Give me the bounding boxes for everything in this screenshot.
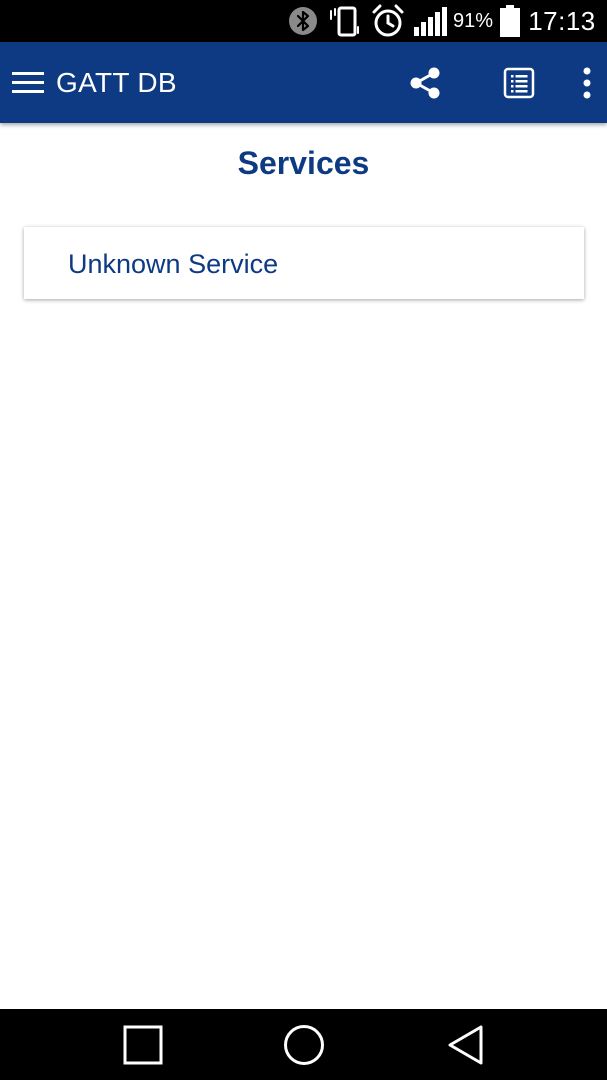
menu-icon[interactable] xyxy=(8,42,48,123)
log-icon[interactable] xyxy=(494,42,544,123)
back-triangle-icon[interactable] xyxy=(425,1009,505,1080)
service-name: Unknown Service xyxy=(68,249,279,279)
share-icon[interactable] xyxy=(400,42,450,123)
toolbar-title: GATT DB xyxy=(56,67,177,98)
recents-square-icon[interactable] xyxy=(103,1009,183,1080)
alarm-icon xyxy=(368,0,408,42)
home-circle-icon[interactable] xyxy=(264,1009,344,1080)
vibrate-icon xyxy=(326,0,364,42)
app-toolbar: GATT DB xyxy=(0,42,607,123)
battery-percent: 91% xyxy=(452,9,494,32)
signal-icon xyxy=(410,0,450,42)
status-bar: 91% 17:13 xyxy=(0,0,607,42)
main-content: Services Unknown Service xyxy=(0,123,607,1009)
battery-icon xyxy=(498,0,522,42)
service-list-item[interactable]: Unknown Service xyxy=(24,227,584,299)
services-heading: Services xyxy=(237,145,370,181)
more-vert-icon[interactable] xyxy=(572,42,602,123)
clock: 17:13 xyxy=(528,5,596,36)
navigation-bar xyxy=(0,1009,607,1080)
bluetooth-icon xyxy=(286,0,320,42)
